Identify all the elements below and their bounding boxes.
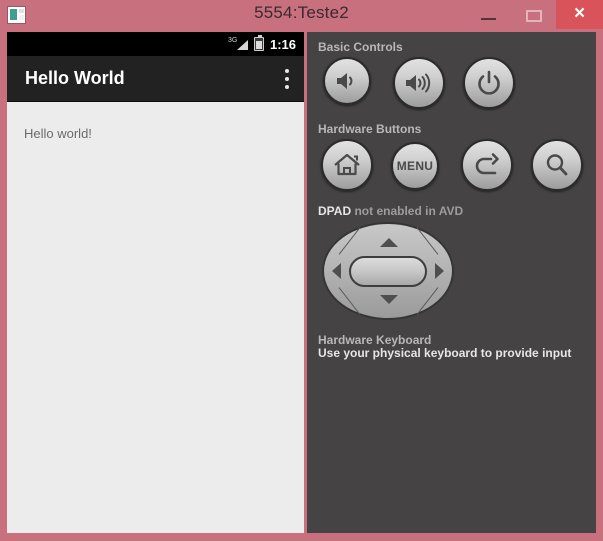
- menu-button[interactable]: MENU: [391, 142, 439, 190]
- emulator-control-panel: Basic Controls Hardware Buttons MENU DPA…: [307, 32, 596, 533]
- speaker-high-icon: [395, 59, 443, 107]
- emulator-window: 5554:Teste2 × 3G 1:16 Hello World Hello …: [0, 0, 603, 541]
- android-action-bar: Hello World: [7, 56, 304, 102]
- dpad-left-button[interactable]: [332, 263, 341, 279]
- power-icon: [465, 59, 513, 107]
- home-button[interactable]: [321, 139, 373, 191]
- status-bar-indicators: 3G 1:16: [228, 32, 296, 56]
- status-bar-clock: 1:16: [269, 36, 296, 52]
- home-icon: [323, 141, 371, 189]
- close-icon: ×: [573, 3, 586, 24]
- search-icon: [533, 141, 581, 189]
- minimize-icon: [481, 18, 496, 20]
- network-type-label: 3G: [227, 36, 238, 44]
- close-button[interactable]: ×: [556, 0, 603, 29]
- hello-world-label: Hello world!: [24, 126, 92, 141]
- battery-level-fill: [255, 41, 262, 49]
- android-status-bar: 3G 1:16: [7, 32, 304, 56]
- minimize-button[interactable]: [466, 0, 511, 29]
- speaker-low-icon: [325, 59, 369, 103]
- dpad-up-button[interactable]: [380, 238, 398, 247]
- dpad-select-button[interactable]: [349, 256, 427, 287]
- search-button[interactable]: [531, 139, 583, 191]
- page-title: Hello World: [25, 68, 125, 88]
- basic-controls-label: Basic Controls: [318, 40, 403, 54]
- battery-icon: [253, 35, 264, 51]
- dpad-right-button[interactable]: [435, 263, 444, 279]
- window-controls: ×: [466, 0, 603, 31]
- dpad-label: DPAD not enabled in AVD: [318, 204, 463, 218]
- menu-text-icon: MENU: [393, 144, 437, 188]
- overflow-dot: [285, 77, 289, 81]
- volume-down-button[interactable]: [323, 57, 371, 105]
- window-titlebar: 5554:Teste2 ×: [0, 0, 603, 31]
- menu-button-label: MENU: [396, 159, 434, 173]
- dpad-control[interactable]: [322, 222, 454, 320]
- overflow-menu-icon[interactable]: [285, 69, 290, 90]
- maximize-icon: [526, 10, 542, 22]
- dpad-label-dim: not enabled in AVD: [354, 204, 464, 218]
- emulator-device-screen[interactable]: 3G 1:16 Hello World Hello world!: [7, 32, 304, 533]
- app-content-area: Hello world!: [7, 102, 304, 533]
- overflow-dot: [285, 69, 289, 73]
- hardware-keyboard-label: Hardware Keyboard: [318, 333, 432, 347]
- window-client-area: 3G 1:16 Hello World Hello world! Basic C…: [7, 32, 596, 534]
- maximize-button[interactable]: [511, 0, 556, 29]
- back-button[interactable]: [461, 139, 513, 191]
- dpad-label-strong: DPAD: [318, 204, 352, 218]
- volume-up-button[interactable]: [393, 57, 445, 109]
- signal-bars-icon: 3G: [228, 37, 248, 52]
- power-button[interactable]: [463, 57, 515, 109]
- overflow-dot: [285, 85, 289, 89]
- hardware-keyboard-hint: Use your physical keyboard to provide in…: [318, 346, 572, 360]
- dpad-down-button[interactable]: [380, 295, 398, 304]
- back-arrow-icon: [463, 141, 511, 189]
- signal-triangle: [236, 39, 248, 50]
- hardware-buttons-label: Hardware Buttons: [318, 122, 422, 136]
